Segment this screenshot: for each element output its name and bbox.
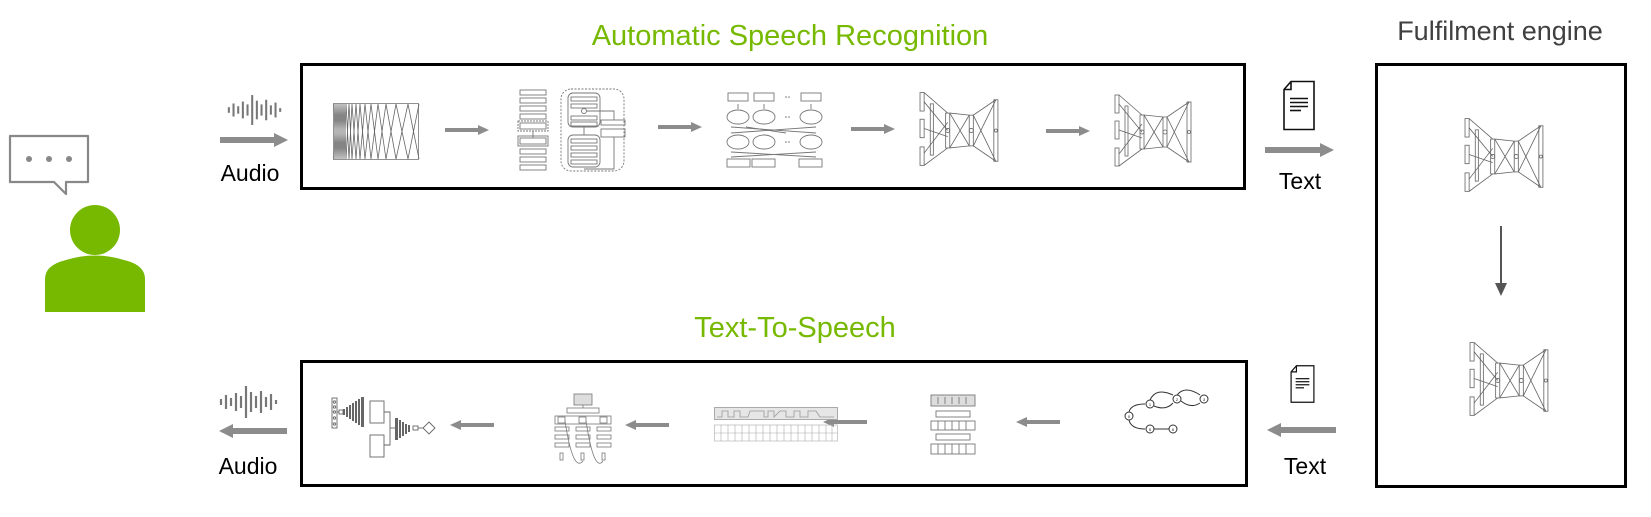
svg-text:1: 1 [1149,402,1152,407]
duration-alignment-icon [714,407,838,442]
document-icon [1287,365,1318,403]
neural-network-icon [1469,341,1551,419]
speech-bubble-icon [8,134,90,196]
neural-network-icon [919,91,1001,169]
svg-text:3: 3 [1203,397,1206,402]
tts-output-label: Audio [218,453,278,479]
text-input-arrow [1267,423,1336,437]
audio-output-arrow [219,424,287,438]
svg-text:6: 6 [1172,427,1175,432]
vocoder-icon [331,397,436,458]
document-icon [1283,80,1315,131]
asr-output-label: Text [1278,168,1322,194]
bidirectional-rnn-icon [726,92,823,168]
audio-waveform-icon [219,385,279,419]
acoustic-model-network-icon [517,88,626,172]
tts-title: Text-To-Speech [694,312,896,344]
fulfilment-title: Fulfilment engine [1397,16,1603,46]
stage-arrow [1046,126,1090,136]
stage-arrow [445,125,489,135]
fulfilment-engine-box [1375,63,1627,488]
neural-network-icon [1464,117,1546,195]
attention-network-icon [554,393,612,464]
tts-input-label: Text [1283,453,1327,479]
neural-network-icon [1114,94,1194,169]
person-icon [45,205,145,312]
audio-input-arrow [220,133,288,147]
text-output-arrow [1265,143,1334,157]
tts-pipeline-box: 0 1 2 3 5 6 [300,360,1248,487]
svg-text:2: 2 [1176,397,1179,402]
spectrogram-filterbank-icon [333,103,420,160]
audio-waveform-icon [227,94,283,126]
asr-input-label: Audio [220,160,280,186]
asr-title: Automatic Speech Recognition [591,20,989,52]
stage-arrow [1016,417,1060,427]
stage-arrow [450,420,494,430]
stage-arrow [625,420,669,430]
stage-arrow [658,122,702,132]
encoder-decoder-icon [930,394,976,455]
stage-arrow [851,124,895,134]
asr-pipeline-box [300,63,1246,190]
text-graph-icon: 0 1 2 3 5 6 [1124,389,1209,434]
down-arrow [1495,226,1507,296]
svg-text:0: 0 [1128,414,1131,419]
svg-text:5: 5 [1149,427,1152,432]
